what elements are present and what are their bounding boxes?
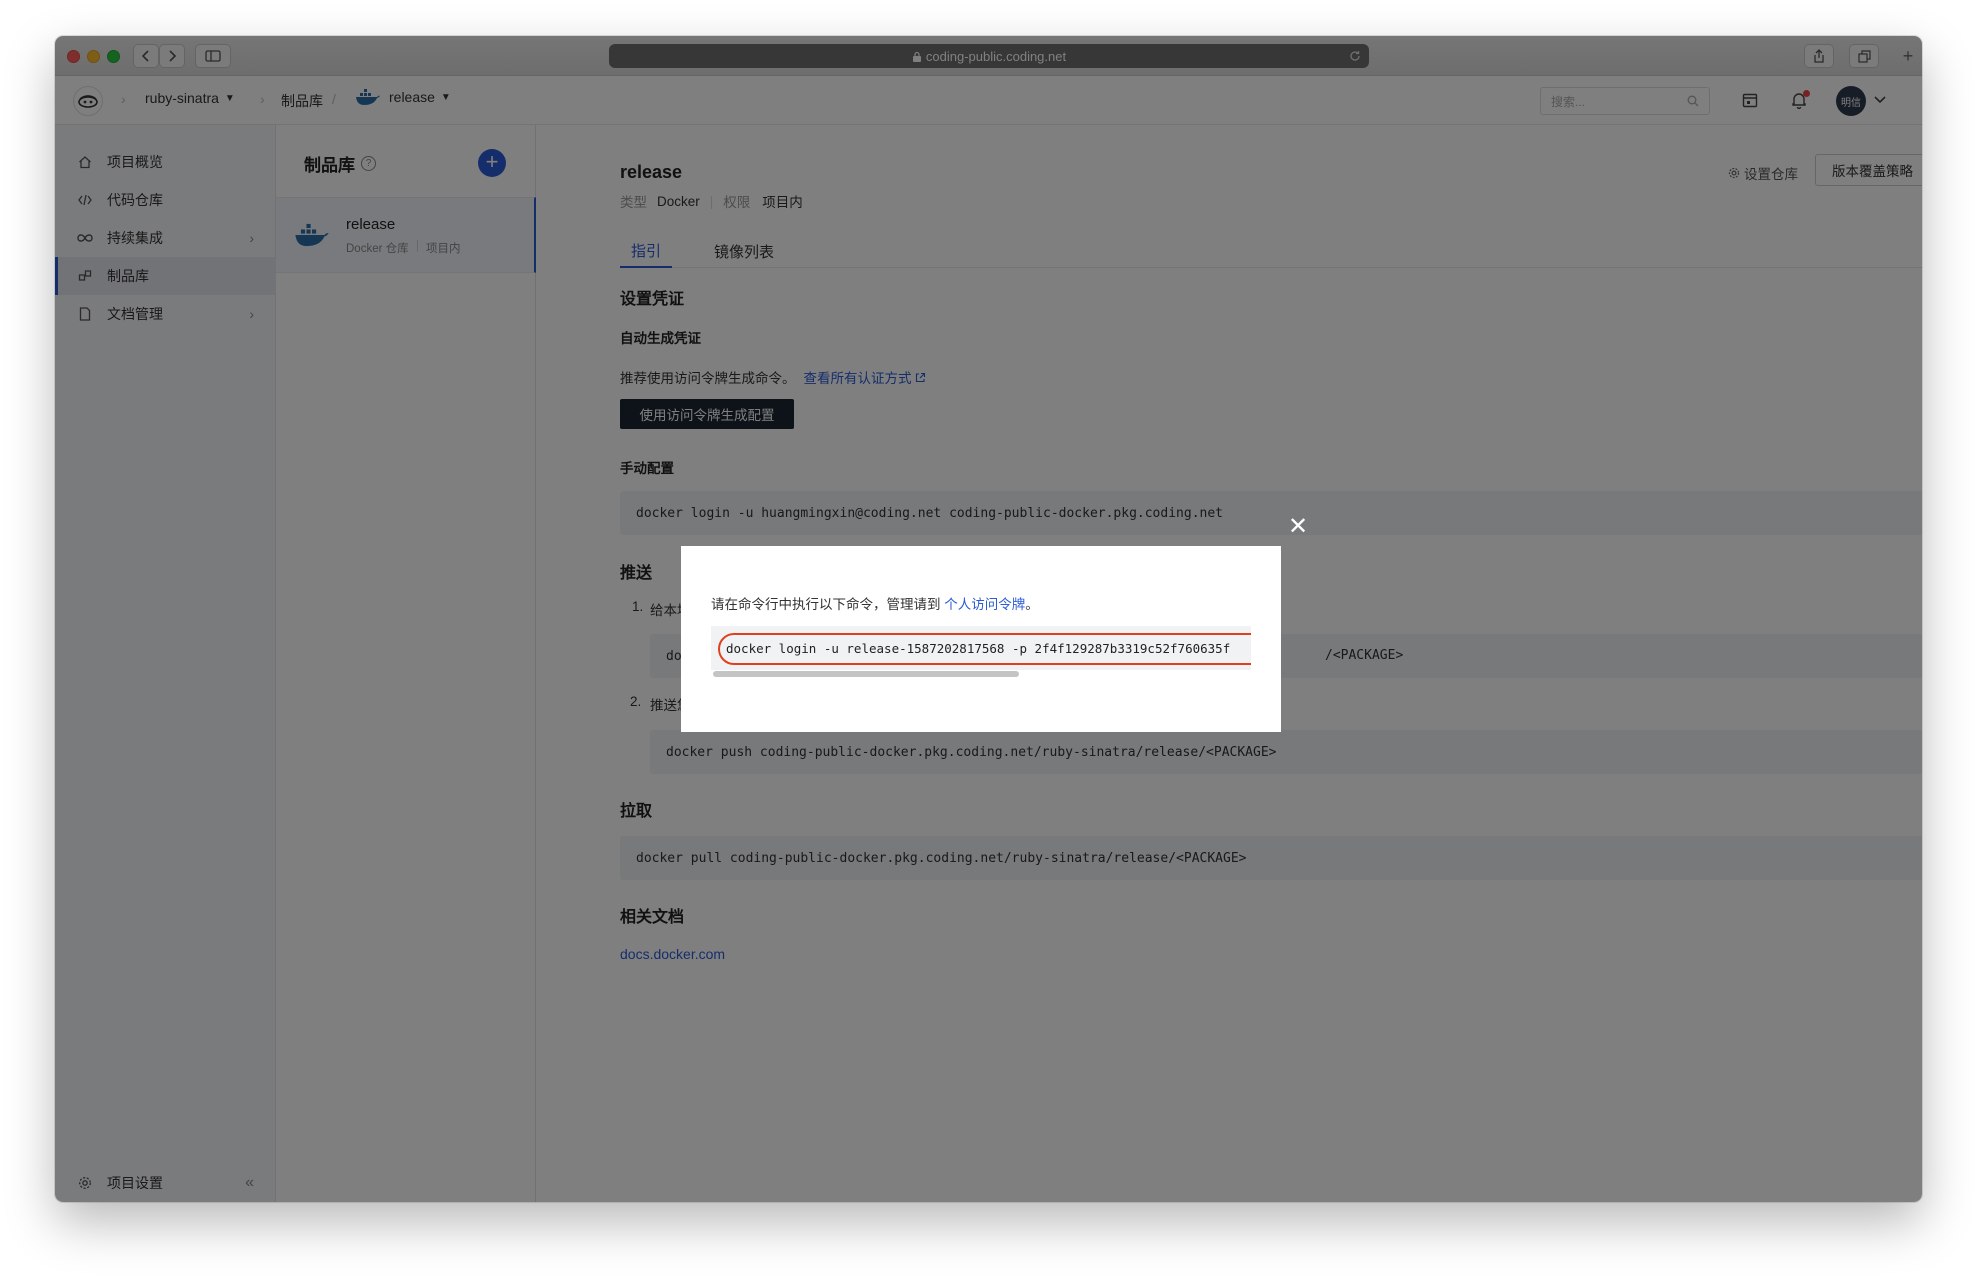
login-command-modal: 请在命令行中执行以下命令，管理请到 个人访问令牌。 docker login -…: [681, 546, 1281, 732]
modal-instruction: 请在命令行中执行以下命令，管理请到 个人访问令牌。: [711, 593, 1039, 613]
browser-window: coding-public.coding.net + › ruby-sinatr…: [55, 36, 1922, 1202]
modal-login-command[interactable]: docker login -u release-1587202817568 -p…: [726, 641, 1230, 656]
modal-text-after: 。: [1025, 597, 1039, 612]
close-icon: ✕: [1287, 512, 1309, 540]
modal-text-before: 请在命令行中执行以下命令，管理请到: [711, 597, 945, 612]
personal-access-token-link[interactable]: 个人访问令牌: [944, 597, 1025, 612]
modal-close-button[interactable]: ✕: [1286, 512, 1310, 540]
scrollbar-track: [711, 670, 1251, 678]
modal-command-box[interactable]: docker login -u release-1587202817568 -p…: [711, 626, 1251, 678]
horizontal-scrollbar-thumb[interactable]: [713, 671, 1019, 677]
